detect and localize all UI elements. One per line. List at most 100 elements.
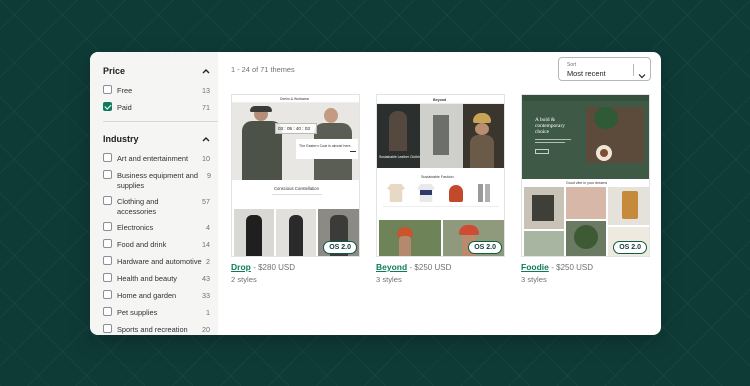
preview-header	[522, 95, 649, 101]
filter-option-count: 9	[207, 171, 211, 180]
product-image	[246, 215, 262, 256]
theme-title: Beyond - $250 USD	[376, 262, 505, 272]
filter-option-label: Free	[117, 86, 133, 95]
divider	[103, 121, 218, 122]
product-image	[485, 184, 490, 202]
lifestyle-image	[399, 236, 411, 256]
filter-option-count: 33	[202, 291, 210, 300]
checkbox[interactable]	[103, 170, 112, 179]
filter-option-count: 4	[206, 223, 210, 232]
filter-option-label: Health and beauty	[117, 274, 177, 283]
checkbox[interactable]	[103, 307, 112, 316]
filter-option-food-and-drink[interactable]: Food and drink 14	[103, 238, 210, 255]
gallery-image	[574, 225, 598, 249]
collection-title: Sustainable Fashion	[421, 175, 454, 179]
theme-styles: 3 styles	[521, 275, 547, 284]
theme-styles: 2 styles	[231, 275, 257, 284]
filter-option-clothing-and-accessories[interactable]: Clothing and accessories 57	[103, 195, 210, 221]
price-filter-header[interactable]: Price	[103, 64, 210, 78]
gallery-image	[524, 231, 564, 256]
theme-store-panel: Price Free 13 Paid 71 Industry Art and e…	[90, 52, 661, 335]
filter-option-health-and-beauty[interactable]: Health and beauty 43	[103, 272, 210, 289]
countdown-timer-text: 03 : 05 : 40 : 03	[278, 126, 310, 131]
filter-option-business-equipment[interactable]: Business equipment and supplies 9	[103, 169, 211, 195]
hero-title: A bold & contemporary choice	[535, 117, 565, 136]
model-image	[473, 113, 491, 123]
filter-option-count: 1	[206, 308, 210, 317]
lifestyle-image	[459, 225, 479, 235]
arrow-right-icon	[350, 151, 356, 152]
filter-option-home-and-garden[interactable]: Home and garden 33	[103, 289, 210, 306]
theme-name-link[interactable]: Beyond	[376, 262, 407, 272]
model-image	[470, 135, 494, 168]
filter-option-sports-and-recreation[interactable]: Sports and recreation 20	[103, 323, 210, 335]
industry-filter-title: Industry	[103, 134, 139, 144]
checkbox[interactable]	[103, 196, 112, 205]
filter-option-label: Art and entertainment	[117, 154, 189, 163]
theme-price: - $250 USD	[551, 263, 594, 272]
checkbox[interactable]	[103, 273, 112, 282]
sort-label: Sort	[567, 62, 577, 68]
filter-option-label: Hardware and automotive	[117, 257, 202, 266]
hero-text-line	[535, 139, 571, 140]
theme-title: Drop - $280 USD	[231, 262, 360, 272]
checkbox[interactable]	[103, 256, 112, 265]
filter-sidebar: Price Free 13 Paid 71 Industry Art and e…	[90, 52, 218, 335]
chevron-down-icon[interactable]	[638, 66, 646, 84]
theme-price: - $280 USD	[253, 263, 296, 272]
checkbox[interactable]	[103, 239, 112, 248]
chevron-up-icon[interactable]	[201, 135, 210, 144]
theme-card-drop[interactable]: Denim & Workwear 03 : 05 : 40 : 03 The E…	[231, 94, 360, 284]
theme-name-link[interactable]: Drop	[231, 262, 251, 272]
divider	[272, 194, 322, 195]
theme-name-link[interactable]: Foodie	[521, 262, 549, 272]
check-icon[interactable]	[103, 102, 112, 111]
filter-option-art-and-entertainment[interactable]: Art and entertainment 10	[103, 152, 210, 169]
theme-preview-foodie[interactable]: A bold & contemporary choice Good vibe i…	[521, 94, 650, 257]
collection-title: Conscious Constellation	[274, 186, 319, 191]
model-image	[250, 106, 272, 112]
filter-option-hardware-and-automotive[interactable]: Hardware and automotive 2	[103, 255, 210, 272]
hero-image	[594, 107, 618, 129]
filter-option-count: 14	[202, 240, 210, 249]
filter-option-label: Home and garden	[117, 291, 177, 300]
filter-option-free[interactable]: Free 13	[103, 84, 210, 101]
filter-option-label: Pet supplies	[117, 308, 158, 317]
theme-preview-drop[interactable]: Denim & Workwear 03 : 05 : 40 : 03 The E…	[231, 94, 360, 257]
checkbox[interactable]	[103, 290, 112, 299]
hero-text-line	[535, 142, 565, 143]
model-image	[324, 108, 338, 123]
filter-option-label: Sports and recreation	[117, 325, 188, 334]
filter-option-electronics[interactable]: Electronics 4	[103, 221, 210, 238]
theme-results: 1 - 24 of 71 themes Sort Most recent Den…	[218, 52, 661, 335]
model-image	[389, 111, 407, 151]
filter-option-label: Food and drink	[117, 240, 167, 249]
product-image	[449, 185, 463, 202]
theme-price: - $250 USD	[409, 263, 452, 272]
theme-preview-beyond[interactable]: Beyond Sustainable Leather Clothing Sust…	[376, 94, 505, 257]
filter-option-pet-supplies[interactable]: Pet supplies 1	[103, 306, 210, 323]
filter-option-label: Business equipment and supplies	[117, 171, 198, 190]
checkbox[interactable]	[103, 153, 112, 162]
industry-filter-header[interactable]: Industry	[103, 132, 210, 146]
theme-card-beyond[interactable]: Beyond Sustainable Leather Clothing Sust…	[376, 94, 505, 284]
checkbox[interactable]	[103, 222, 112, 231]
checkbox[interactable]	[103, 324, 112, 333]
filter-option-count: 57	[202, 197, 210, 206]
hero-image	[600, 149, 608, 157]
hero-caption: Sustainable Leather Clothing	[379, 155, 423, 159]
filter-option-paid[interactable]: Paid 71	[103, 101, 210, 118]
filter-option-label: Paid	[117, 103, 132, 112]
gallery-image	[622, 191, 638, 219]
divider	[383, 206, 499, 207]
chevron-up-icon[interactable]	[201, 67, 210, 76]
product-image	[420, 190, 432, 195]
filter-option-count: 71	[202, 103, 210, 112]
price-filter-title: Price	[103, 66, 126, 76]
preview-brand: Denim & Workwear	[280, 97, 310, 101]
sort-dropdown[interactable]: Sort Most recent	[558, 57, 651, 81]
theme-card-foodie[interactable]: A bold & contemporary choice Good vibe i…	[521, 94, 650, 284]
theme-styles: 3 styles	[376, 275, 402, 284]
product-image	[433, 115, 449, 155]
checkbox[interactable]	[103, 85, 112, 94]
